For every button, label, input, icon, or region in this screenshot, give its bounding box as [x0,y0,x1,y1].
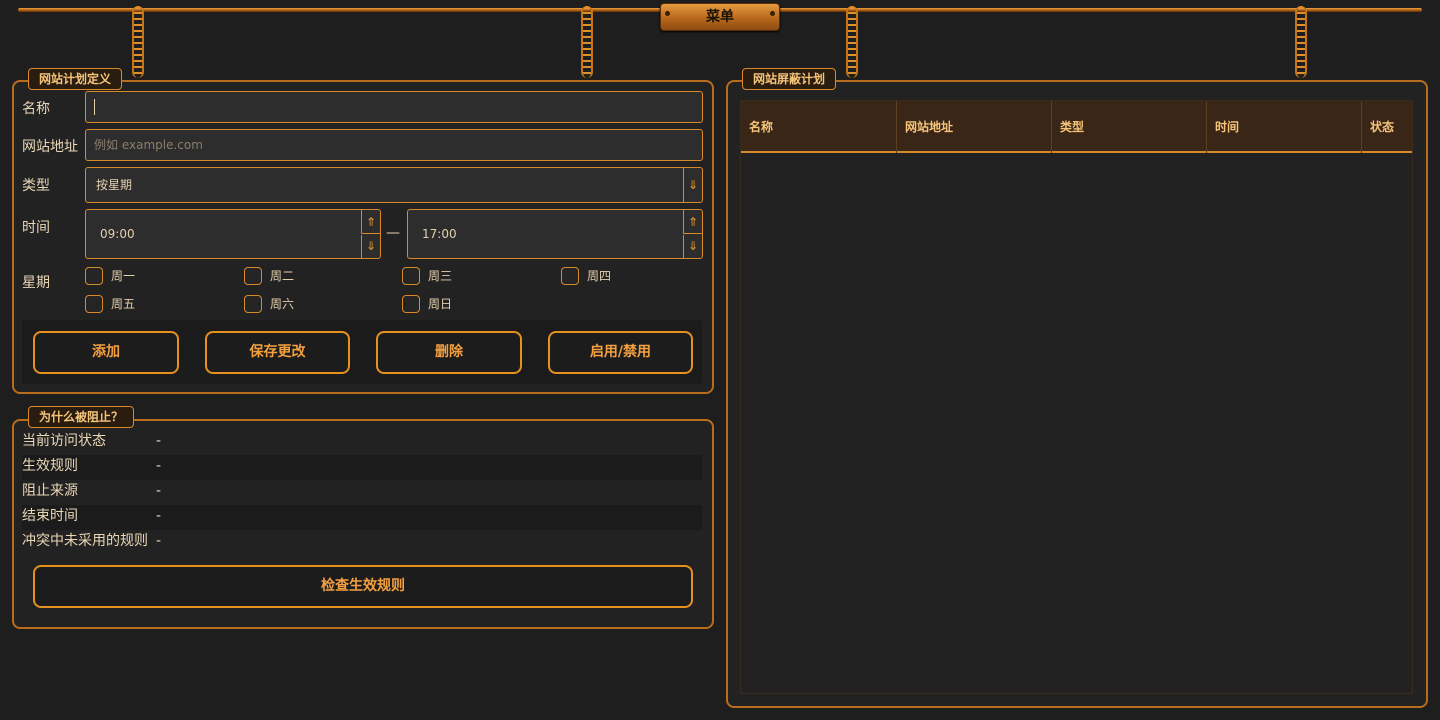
weekday-label: 周五 [111,297,136,311]
weekday-checkbox-wed[interactable] [402,267,420,285]
delete-button[interactable]: 删除 [376,331,522,374]
column-header-time[interactable]: 时间 [1207,101,1362,153]
nail-icon [770,11,775,16]
schedule-form-title: 网站计划定义 [28,68,123,90]
weekday-label: 周六 [270,297,295,311]
spin-up-icon[interactable]: ⇑ [683,210,702,234]
chevron-down-icon[interactable]: ⇓ [683,168,702,202]
url-input[interactable]: 例如 example.com [85,129,703,161]
column-header-name[interactable]: 名称 [741,101,897,153]
menu-button-label: 菜单 [706,9,734,25]
info-value: - [156,483,162,499]
spin-up-icon[interactable]: ⇑ [361,210,380,234]
toggle-enable-button[interactable]: 启用/禁用 [548,331,693,374]
info-row-block-source: 阻止来源 - [22,480,702,505]
spin-down-icon[interactable]: ⇓ [361,235,380,258]
add-button[interactable]: 添加 [33,331,179,374]
start-time-value: 09:00 [100,227,135,241]
spin-down-icon[interactable]: ⇓ [683,235,702,258]
nail-icon [665,11,670,16]
time-separator: — [386,225,400,241]
info-value: - [156,508,162,524]
weekday-checkbox-fri[interactable] [85,295,103,313]
why-blocked-title: 为什么被阻止？ [28,406,135,428]
info-label: 当前访问状态 [22,433,106,449]
info-value: - [156,433,162,449]
time-label: 时间 [22,220,50,236]
info-label: 冲突中未采用的规则 [22,533,148,549]
weekday-checkbox-mon[interactable] [85,267,103,285]
type-label: 类型 [22,178,50,194]
weekday-checkbox-thu[interactable] [561,267,579,285]
weekdays-label: 星期 [22,275,50,291]
check-effective-rules-button[interactable]: 检查生效规则 [33,565,693,608]
column-header-url[interactable]: 网站地址 [897,101,1052,153]
chain-decoration [132,6,144,78]
info-row-end-time: 结束时间 - [22,505,702,530]
chain-decoration [846,6,858,78]
weekday-label: 周三 [428,269,453,283]
column-header-type[interactable]: 类型 [1052,101,1207,153]
table-header: 名称 网站地址 类型 时间 状态 [741,101,1412,153]
weekday-checkbox-sat[interactable] [244,295,262,313]
info-label: 阻止来源 [22,483,78,499]
url-label: 网站地址 [22,139,78,155]
info-value: - [156,533,162,549]
weekday-label: 周一 [111,269,136,283]
info-row-access-status: 当前访问状态 - [22,430,702,455]
weekday-label: 周二 [270,269,295,283]
type-select-value: 按星期 [96,178,133,192]
type-select[interactable]: 按星期 ⇓ [85,167,703,203]
info-row-effective-rule: 生效规则 - [22,455,702,480]
schedule-table-title: 网站屏蔽计划 [742,68,837,90]
menu-button[interactable]: 菜单 [660,3,780,31]
name-label: 名称 [22,101,50,117]
weekday-checkbox-tue[interactable] [244,267,262,285]
chain-decoration [1295,6,1307,78]
weekday-checkbox-sun[interactable] [402,295,420,313]
schedule-table[interactable]: 名称 网站地址 类型 时间 状态 [740,100,1413,694]
start-time-input[interactable]: 09:00 ⇑ ⇓ [85,209,381,259]
name-input[interactable] [85,91,703,123]
info-value: - [156,458,162,474]
chain-decoration [581,6,593,78]
end-time-input[interactable]: 17:00 ⇑ ⇓ [407,209,703,259]
url-input-placeholder: 例如 example.com [94,138,203,152]
info-row-unused-rules: 冲突中未采用的规则 - [22,530,702,555]
weekday-label: 周四 [587,269,612,283]
save-changes-button[interactable]: 保存更改 [205,331,350,374]
weekday-label: 周日 [428,297,453,311]
info-label: 生效规则 [22,458,78,474]
text-caret [94,99,95,115]
info-label: 结束时间 [22,508,78,524]
end-time-value: 17:00 [422,227,457,241]
column-header-status[interactable]: 状态 [1362,101,1412,153]
